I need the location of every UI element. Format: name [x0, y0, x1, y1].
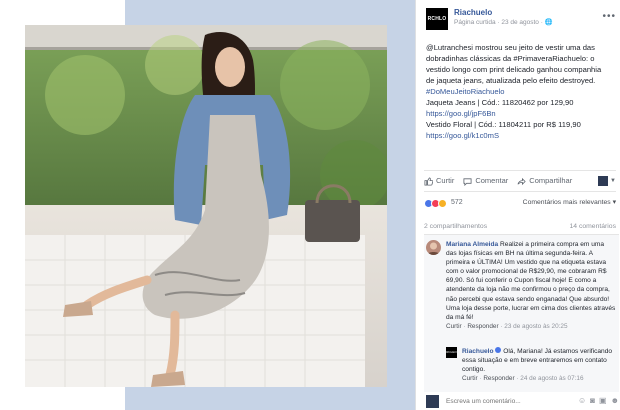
shares-count[interactable]: 2 compartilhamentos: [424, 222, 487, 231]
post-text-line: Vestido Floral | Cód.: 11804211 por R$ 1…: [426, 120, 581, 129]
page-logo-text: RCHLO: [427, 15, 447, 22]
avatar[interactable]: RCHLO: [446, 347, 457, 358]
comment-body: Riachuelo Olá, Mariana! Já estamos verif…: [462, 347, 616, 374]
post-text-line: vestido longo com print delicado ganhou …: [426, 65, 602, 74]
comment-composer: ☺ ◙ ▣ ☻: [424, 393, 619, 410]
share-button[interactable]: Compartilhar: [517, 176, 572, 186]
comment-date[interactable]: 23 de agosto às 20:25: [504, 323, 567, 330]
comment-button[interactable]: Comentar: [463, 176, 508, 186]
composer-tools: ☺ ◙ ▣ ☻: [578, 396, 619, 407]
wow-reaction-icon: [438, 198, 447, 208]
comments-list: Mariana Almeida Realizei a primeira comp…: [424, 234, 619, 392]
facebook-post-view: RCHLO Riachuelo Página curtida · 23 de a…: [0, 0, 620, 410]
comments-count[interactable]: 14 comentários: [570, 222, 616, 231]
share-label: Compartilhar: [529, 175, 573, 185]
comment-label: Comentar: [475, 175, 509, 185]
share-icon: [517, 177, 526, 185]
composer-avatar: [426, 395, 439, 408]
comment-like-link[interactable]: Curtir: [446, 323, 462, 330]
page-logo-text: RCHLO: [446, 350, 457, 355]
comment-author[interactable]: Mariana Almeida: [446, 241, 498, 248]
emoji-icon[interactable]: ☺: [578, 396, 586, 407]
comment-footer: Curtir · Responder · 23 de agosto às 20:…: [446, 322, 568, 330]
comment-body: Mariana Almeida Realizei a primeira comp…: [446, 240, 616, 322]
post-meta: Página curtida · 23 de agosto · 🌐: [454, 19, 553, 26]
comment-like-link[interactable]: Curtir: [462, 375, 478, 382]
product-link-jacket[interactable]: https://goo.gl/jpF6Bn: [426, 108, 618, 119]
post-text: @Lutranchesi mostrou seu jeito de vestir…: [426, 42, 618, 141]
post-text-line: @Lutranchesi mostrou seu jeito de vestir…: [426, 43, 595, 52]
post-sidebar: RCHLO Riachuelo Página curtida · 23 de a…: [415, 0, 620, 410]
comment-icon: [463, 177, 472, 186]
gif-icon[interactable]: ▣: [599, 396, 607, 407]
comment-reply-item: RCHLO Riachuelo Olá, Mariana! Já estamos…: [446, 347, 616, 384]
post-photo[interactable]: [25, 25, 387, 387]
comment-sort-dropdown[interactable]: Comentários mais relevantes ▾: [523, 198, 616, 207]
photo-panel: [0, 0, 415, 410]
comment-footer: Curtir · Responder · 24 de agosto às 07:…: [462, 375, 584, 383]
product-link-dress[interactable]: https://goo.gl/k1c0mS: [426, 130, 618, 141]
like-button[interactable]: Curtir: [424, 176, 454, 186]
comment-reply-link[interactable]: Responder: [467, 323, 498, 330]
verified-badge-icon: [495, 347, 502, 353]
comment-item: Mariana Almeida Realizei a primeira comp…: [426, 240, 616, 331]
post-text-line: de jaqueta jeans, atualizada pelo efeito…: [426, 76, 596, 85]
comment-reply-link[interactable]: Responder: [483, 375, 514, 382]
reaction-count: 572: [451, 199, 463, 207]
model-photo-illustration: [25, 25, 387, 387]
post-text-line: dobradinhas clássicas da #PrimaveraRiach…: [426, 54, 595, 63]
post-actions-bar: Curtir Comentar Compartilhar ▼: [424, 170, 616, 192]
sticker-icon[interactable]: ☻: [611, 396, 619, 407]
post-as-selector[interactable]: ▼: [598, 176, 616, 186]
comment-date[interactable]: 24 de agosto às 07:16: [520, 375, 583, 382]
avatar[interactable]: [426, 240, 441, 255]
post-text-line: Jaqueta Jeans | Cód.: 11820462 por 129,9…: [426, 98, 574, 107]
page-mini-avatar: [598, 176, 609, 186]
post-stats: 2 compartilhamentos 14 comentários: [424, 222, 616, 231]
more-options-icon[interactable]: •••: [602, 10, 616, 24]
thumbs-up-icon: [424, 176, 433, 186]
hashtag-link[interactable]: #DoMeuJeitoRiachuelo: [426, 86, 618, 97]
comment-author[interactable]: Riachuelo: [462, 348, 494, 355]
page-avatar[interactable]: RCHLO: [426, 8, 448, 30]
like-label: Curtir: [436, 175, 455, 185]
chevron-down-icon: ▼: [610, 177, 616, 184]
comment-input[interactable]: [446, 398, 566, 405]
user-photo-icon: [427, 242, 440, 255]
page-name-link[interactable]: Riachuelo: [454, 8, 492, 19]
camera-icon[interactable]: ◙: [590, 396, 595, 407]
reactions-summary[interactable]: 572 Comentários mais relevantes ▾: [424, 197, 616, 209]
post-header: RCHLO Riachuelo Página curtida · 23 de a…: [426, 8, 616, 34]
comment-text: Realizei a primeira compra em uma das lo…: [446, 241, 616, 321]
